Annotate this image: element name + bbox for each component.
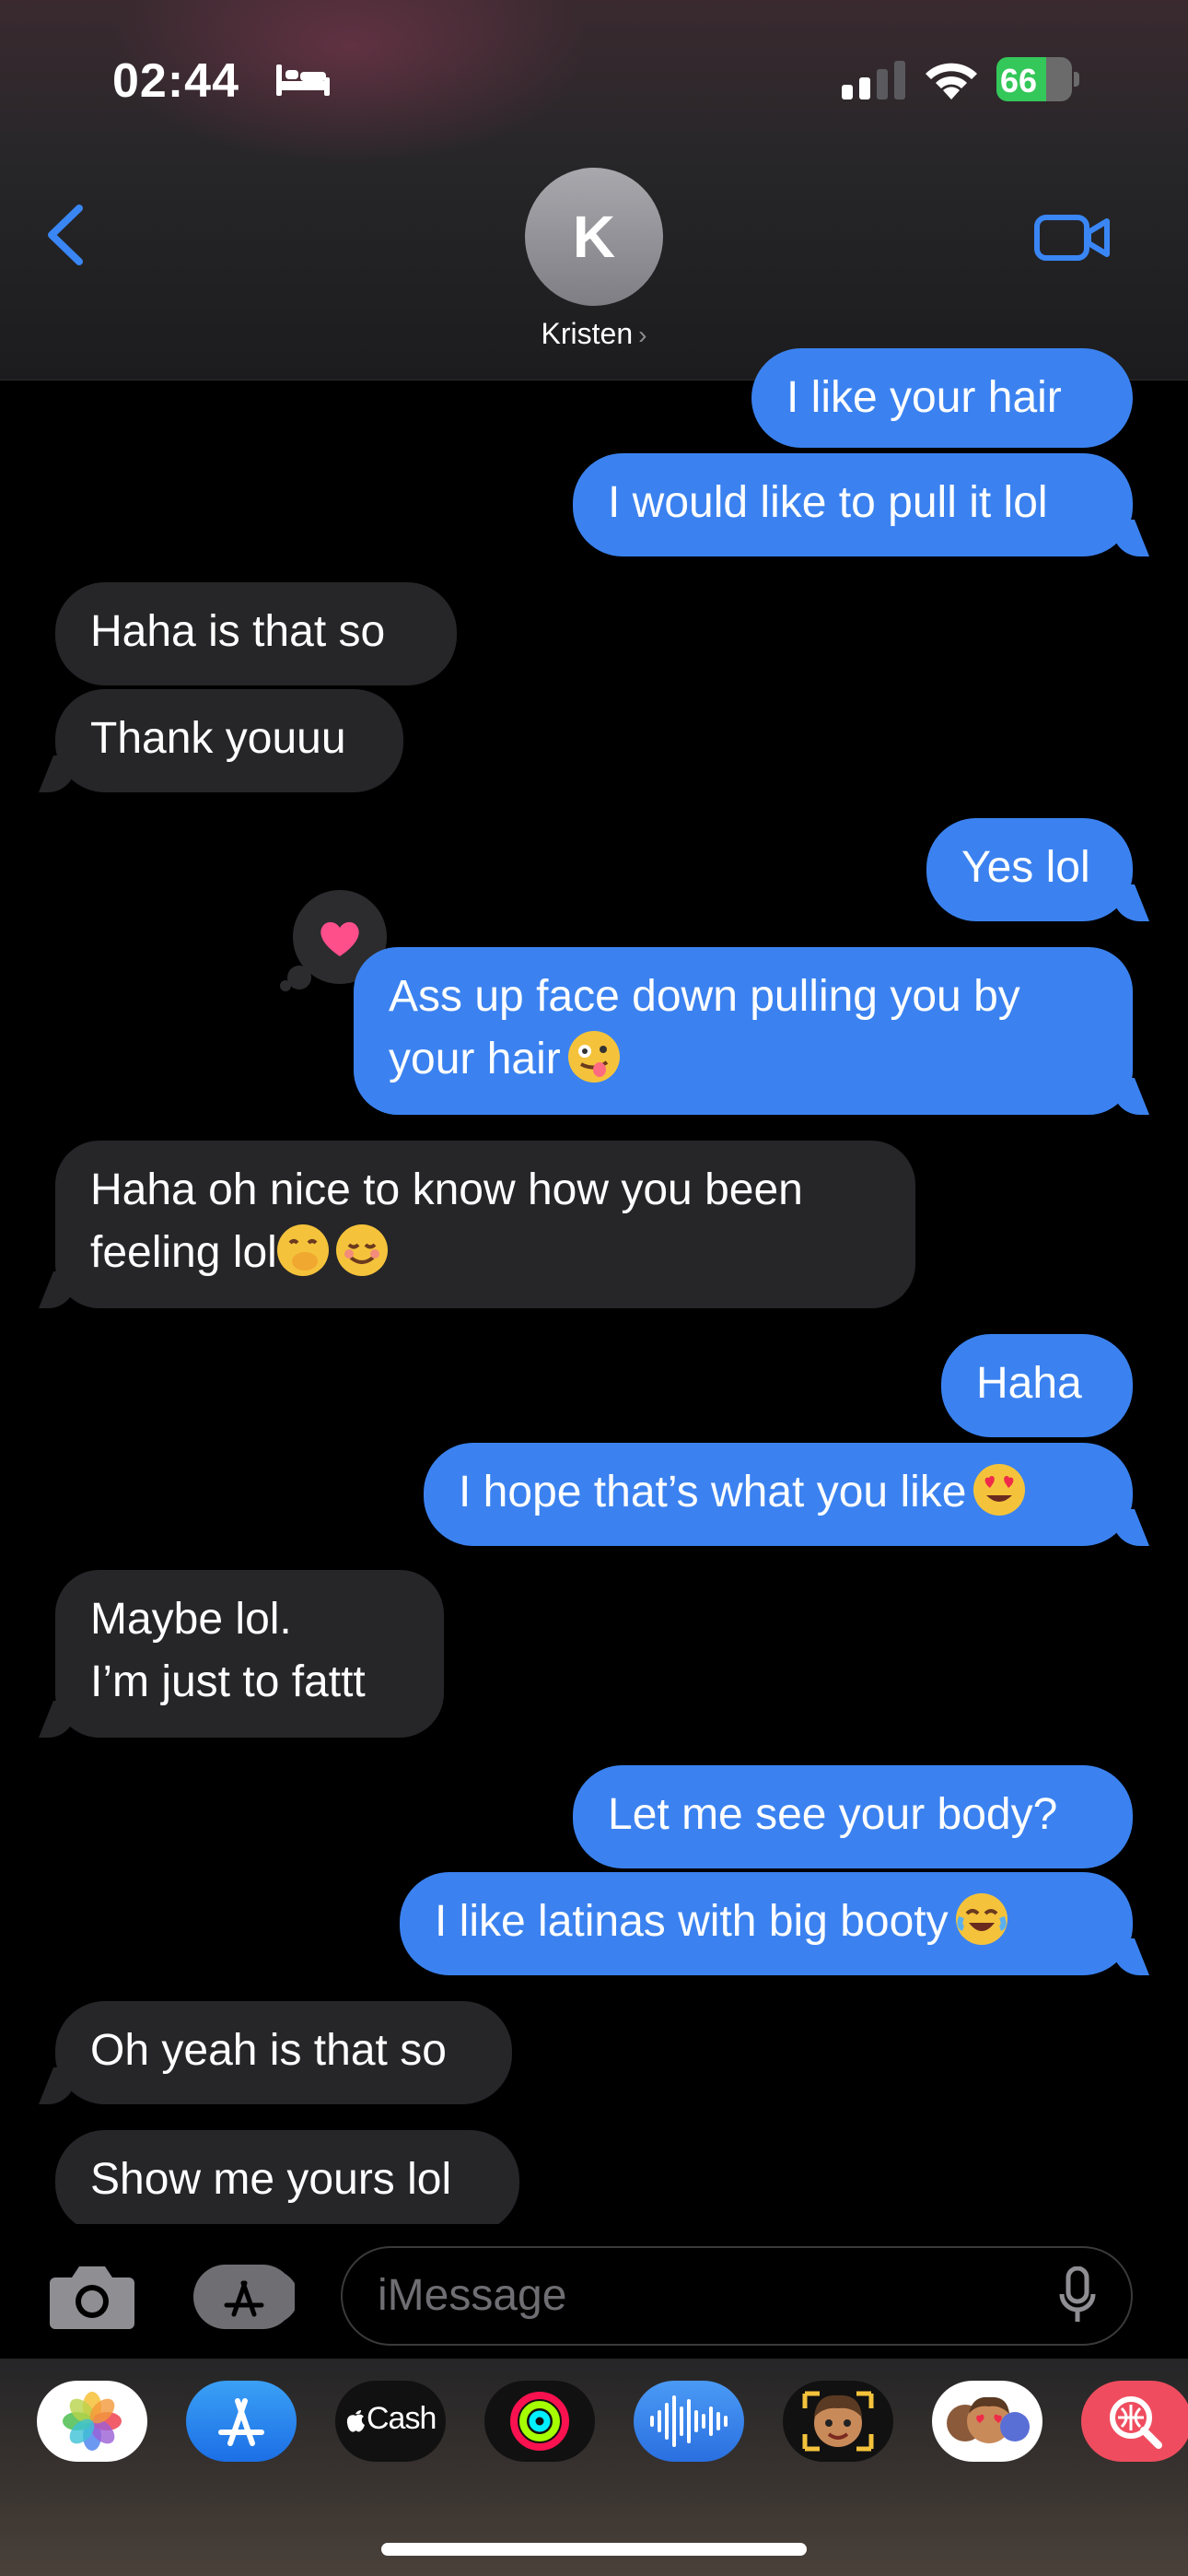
battery-percent: 66 xyxy=(1000,62,1038,100)
chevron-right-icon: › xyxy=(638,321,647,349)
contact-name-button[interactable]: Kristen › xyxy=(0,317,1188,351)
sleep-focus-icon xyxy=(276,64,330,96)
message-bubble-incoming[interactable]: Oh yeah is that so xyxy=(55,2001,512,2104)
back-chevron-icon[interactable] xyxy=(42,203,88,267)
message-bubble-incoming[interactable]: Show me yours lol xyxy=(55,2130,519,2233)
app-store-icon xyxy=(218,2398,264,2446)
message-bubble-outgoing[interactable]: Haha xyxy=(941,1334,1133,1437)
tears-of-joy-emoji xyxy=(955,1893,1007,1945)
facetime-video-icon[interactable] xyxy=(1033,212,1111,263)
app-store-icon xyxy=(224,2271,298,2323)
photos-icon xyxy=(63,2392,122,2451)
image-search-icon xyxy=(1110,2396,1162,2449)
apple-cash-app-button[interactable]: Cash xyxy=(335,2381,446,2462)
avatar-initial: K xyxy=(572,204,616,270)
activity-app-button[interactable] xyxy=(484,2381,595,2462)
message-bubble-outgoing[interactable]: Let me see your body? xyxy=(573,1765,1133,1868)
app-store-app-button[interactable] xyxy=(186,2381,297,2462)
status-time: 02:44 xyxy=(112,54,239,108)
message-bubble-outgoing[interactable]: I like your hair xyxy=(751,348,1133,448)
microphone-icon[interactable] xyxy=(1059,2266,1096,2325)
message-bubble-outgoing[interactable]: I would like to pull it lol xyxy=(573,453,1133,556)
cellular-signal-icon xyxy=(842,61,905,100)
audio-message-app-button[interactable] xyxy=(634,2381,744,2462)
heart-eyes-emoji xyxy=(973,1464,1026,1516)
memoji-stickers-icon xyxy=(947,2396,1030,2443)
photos-app-button[interactable] xyxy=(37,2381,147,2462)
message-bubble-outgoing[interactable]: Ass up face down pulling you by your hai… xyxy=(354,947,1133,1115)
imessage-placeholder: iMessage xyxy=(378,2271,567,2320)
apple-cash-label: Cash xyxy=(367,2401,437,2436)
wifi-icon xyxy=(926,63,977,100)
camera-icon[interactable] xyxy=(48,2261,136,2331)
message-bubble-incoming[interactable]: Thank youuu xyxy=(55,689,403,792)
zany-face-emoji xyxy=(567,1031,620,1083)
memoji-icon xyxy=(802,2391,874,2452)
activity-icon xyxy=(510,2392,569,2451)
battery-indicator: 66 xyxy=(996,57,1081,101)
smiling-face-emoji xyxy=(335,1224,388,1276)
memoji-stickers-app-button[interactable] xyxy=(932,2381,1042,2462)
home-indicator[interactable] xyxy=(381,2543,807,2556)
audio-waveform-icon xyxy=(650,2395,728,2447)
contact-name: Kristen xyxy=(541,317,634,350)
memoji-app-button[interactable] xyxy=(783,2381,893,2462)
message-bubble-outgoing[interactable]: I like latinas with big booty xyxy=(400,1872,1133,1975)
image-search-app-button[interactable] xyxy=(1081,2381,1188,2462)
contact-avatar[interactable]: K xyxy=(525,168,663,306)
hand-over-mouth-emoji xyxy=(276,1224,329,1276)
message-bubble-incoming[interactable]: Haha is that so xyxy=(55,582,457,685)
message-bubble-incoming[interactable]: Haha oh nice to know how you been feelin… xyxy=(55,1141,915,1308)
message-bubble-incoming[interactable]: Maybe lol. I’m just to fattt xyxy=(55,1570,444,1738)
message-bubble-outgoing[interactable]: Yes lol xyxy=(926,818,1133,921)
message-bubble-outgoing[interactable]: I hope that’s what you like xyxy=(424,1443,1133,1546)
apple-logo-icon xyxy=(346,2410,365,2432)
apps-button[interactable] xyxy=(193,2265,298,2329)
imessage-input[interactable]: iMessage xyxy=(341,2246,1133,2346)
